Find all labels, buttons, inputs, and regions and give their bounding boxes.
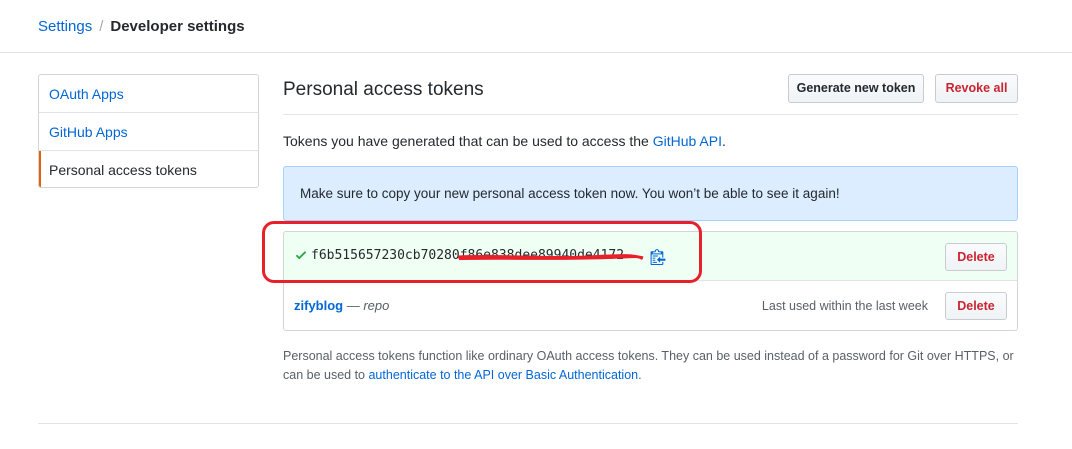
intro-text: Tokens you have generated that can be us… bbox=[283, 132, 726, 150]
note-end: . bbox=[638, 368, 642, 382]
title-divider bbox=[283, 114, 1018, 115]
basic-auth-link[interactable]: authenticate to the API over Basic Authe… bbox=[368, 368, 638, 382]
delete-new-token-button[interactable]: Delete bbox=[945, 243, 1007, 271]
breadcrumb-current: Developer settings bbox=[110, 18, 245, 35]
copy-token-flash: Make sure to copy your new personal acce… bbox=[283, 166, 1018, 221]
breadcrumb-bar: Settings / Developer settings bbox=[0, 0, 1072, 53]
token-help-note: Personal access tokens function like ord… bbox=[283, 347, 1018, 385]
settings-sidebar: OAuth Apps GitHub Apps Personal access t… bbox=[38, 74, 259, 188]
intro-text-body: Tokens you have generated that can be us… bbox=[283, 133, 653, 149]
breadcrumb-separator: / bbox=[99, 18, 104, 35]
redaction-scribble bbox=[457, 254, 644, 260]
token-scope: repo bbox=[363, 298, 390, 313]
token-row: zifyblog — repo Last used within the las… bbox=[284, 282, 1017, 330]
intro-text-end: . bbox=[721, 133, 726, 149]
sidebar-item-personal-access-tokens[interactable]: Personal access tokens bbox=[39, 151, 258, 187]
generate-new-token-button[interactable]: Generate new token bbox=[788, 74, 924, 103]
github-api-link[interactable]: GitHub API bbox=[653, 133, 722, 149]
footer-divider bbox=[38, 423, 1018, 424]
token-description: zifyblog — repo bbox=[294, 298, 389, 314]
delete-token-button[interactable]: Delete bbox=[945, 292, 1007, 320]
token-last-used: Last used within the last week bbox=[761, 299, 928, 313]
token-list: f6b515657230cb70280f86e838dee89940de4172… bbox=[283, 231, 1018, 331]
sidebar-item-github-apps[interactable]: GitHub Apps bbox=[39, 113, 258, 151]
breadcrumb: Settings / Developer settings bbox=[38, 18, 245, 36]
clippy-icon[interactable] bbox=[650, 248, 666, 265]
breadcrumb-settings-link[interactable]: Settings bbox=[38, 18, 92, 35]
page-title: Personal access tokens bbox=[283, 79, 484, 100]
revoke-all-button[interactable]: Revoke all bbox=[935, 74, 1018, 103]
new-token-row: f6b515657230cb70280f86e838dee89940de4172… bbox=[284, 232, 1017, 281]
sidebar-item-oauth-apps[interactable]: OAuth Apps bbox=[39, 75, 258, 113]
token-dash: — bbox=[343, 298, 364, 313]
token-name-link[interactable]: zifyblog bbox=[294, 298, 343, 313]
check-icon bbox=[295, 251, 307, 260]
